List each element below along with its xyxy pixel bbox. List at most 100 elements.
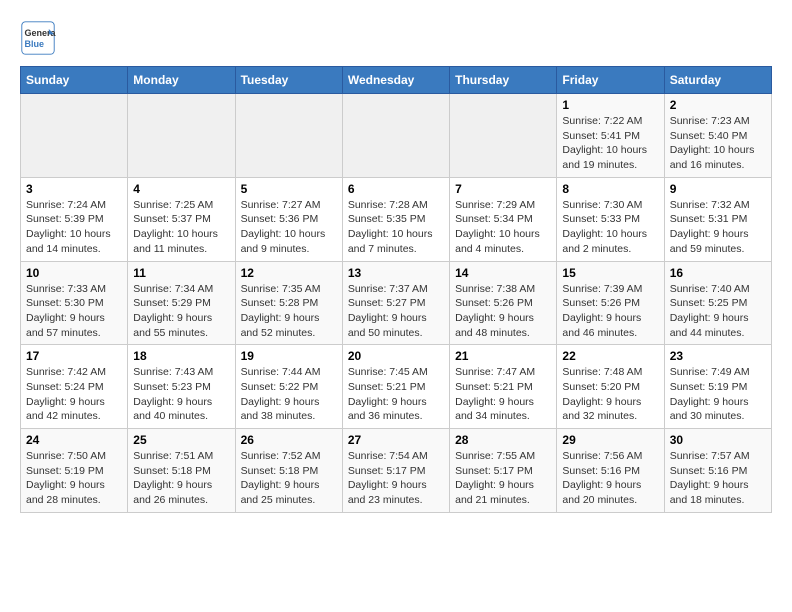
- logo-icon: General Blue: [20, 20, 56, 56]
- day-info: Sunrise: 7:57 AM Sunset: 5:16 PM Dayligh…: [670, 449, 766, 508]
- day-info: Sunrise: 7:50 AM Sunset: 5:19 PM Dayligh…: [26, 449, 122, 508]
- day-number: 5: [241, 182, 337, 196]
- weekday-header-saturday: Saturday: [664, 67, 771, 94]
- calendar-cell: 18Sunrise: 7:43 AM Sunset: 5:23 PM Dayli…: [128, 345, 235, 429]
- calendar-cell: 15Sunrise: 7:39 AM Sunset: 5:26 PM Dayli…: [557, 261, 664, 345]
- weekday-header-sunday: Sunday: [21, 67, 128, 94]
- calendar-cell: 3Sunrise: 7:24 AM Sunset: 5:39 PM Daylig…: [21, 177, 128, 261]
- calendar-cell: 21 Sunrise: 7:47 AM Sunset: 5:21 PM Dayli…: [450, 345, 557, 429]
- calendar-body: 1Sunrise: 7:22 AM Sunset: 5:41 PM Daylig…: [21, 94, 772, 513]
- day-info: Sunrise: 7:38 AM Sunset: 5:26 PM Dayligh…: [455, 282, 551, 341]
- day-info: Sunrise: 7:42 AM Sunset: 5:24 PM Dayligh…: [26, 365, 122, 424]
- day-info: Sunrise: 7:54 AM Sunset: 5:17 PM Dayligh…: [348, 449, 444, 508]
- day-info: Sunrise: 7:22 AM Sunset: 5:41 PM Dayligh…: [562, 114, 658, 173]
- day-number: 27: [348, 433, 444, 447]
- calendar-cell: 27 Sunrise: 7:54 AM Sunset: 5:17 PM Dayli…: [342, 429, 449, 513]
- calendar-cell: 12 Sunrise: 7:35 AM Sunset: 5:28 PM Dayli…: [235, 261, 342, 345]
- calendar-cell: 9Sunrise: 7:32 AM Sunset: 5:31 PM Daylig…: [664, 177, 771, 261]
- day-number: 12: [241, 266, 337, 280]
- day-number: 25: [133, 433, 229, 447]
- day-number: 17: [26, 349, 122, 363]
- weekday-header-wednesday: Wednesday: [342, 67, 449, 94]
- day-info: Sunrise: 7:34 AM Sunset: 5:29 PM Dayligh…: [133, 282, 229, 341]
- day-number: 28: [455, 433, 551, 447]
- calendar-cell: [128, 94, 235, 178]
- day-number: 22: [562, 349, 658, 363]
- day-info: Sunrise: 7:43 AM Sunset: 5:23 PM Dayligh…: [133, 365, 229, 424]
- calendar-cell: 29 Sunrise: 7:56 AM Sunset: 5:16 PM Dayli…: [557, 429, 664, 513]
- day-number: 13: [348, 266, 444, 280]
- day-number: 15: [562, 266, 658, 280]
- day-number: 7: [455, 182, 551, 196]
- day-number: 29: [562, 433, 658, 447]
- calendar-cell: 1Sunrise: 7:22 AM Sunset: 5:41 PM Daylig…: [557, 94, 664, 178]
- day-number: 8: [562, 182, 658, 196]
- calendar-cell: 10 Sunrise: 7:33 AM Sunset: 5:30 PM Dayli…: [21, 261, 128, 345]
- calendar-cell: 13 Sunrise: 7:37 AM Sunset: 5:27 PM Dayli…: [342, 261, 449, 345]
- day-info: Sunrise: 7:32 AM Sunset: 5:31 PM Dayligh…: [670, 198, 766, 257]
- day-info: Sunrise: 7:47 AM Sunset: 5:21 PM Dayligh…: [455, 365, 551, 424]
- day-number: 6: [348, 182, 444, 196]
- day-info: Sunrise: 7:40 AM Sunset: 5:25 PM Dayligh…: [670, 282, 766, 341]
- day-number: 4: [133, 182, 229, 196]
- day-number: 2: [670, 98, 766, 112]
- calendar-cell: 2 Sunrise: 7:23 AM Sunset: 5:40 PM Daylig…: [664, 94, 771, 178]
- day-info: Sunrise: 7:23 AM Sunset: 5:40 PM Dayligh…: [670, 114, 766, 173]
- day-info: Sunrise: 7:29 AM Sunset: 5:34 PM Dayligh…: [455, 198, 551, 257]
- calendar-cell: 23Sunrise: 7:49 AM Sunset: 5:19 PM Dayli…: [664, 345, 771, 429]
- day-number: 24: [26, 433, 122, 447]
- calendar-cell: 16 Sunrise: 7:40 AM Sunset: 5:25 PM Dayli…: [664, 261, 771, 345]
- calendar-cell: 25 Sunrise: 7:51 AM Sunset: 5:18 PM Dayli…: [128, 429, 235, 513]
- day-number: 30: [670, 433, 766, 447]
- day-info: Sunrise: 7:27 AM Sunset: 5:36 PM Dayligh…: [241, 198, 337, 257]
- calendar-cell: 20Sunrise: 7:45 AM Sunset: 5:21 PM Dayli…: [342, 345, 449, 429]
- day-number: 20: [348, 349, 444, 363]
- day-info: Sunrise: 7:44 AM Sunset: 5:22 PM Dayligh…: [241, 365, 337, 424]
- day-number: 21: [455, 349, 551, 363]
- day-info: Sunrise: 7:55 AM Sunset: 5:17 PM Dayligh…: [455, 449, 551, 508]
- svg-text:Blue: Blue: [25, 39, 45, 49]
- calendar-cell: 14Sunrise: 7:38 AM Sunset: 5:26 PM Dayli…: [450, 261, 557, 345]
- calendar-cell: [235, 94, 342, 178]
- day-info: Sunrise: 7:48 AM Sunset: 5:20 PM Dayligh…: [562, 365, 658, 424]
- calendar-cell: 22 Sunrise: 7:48 AM Sunset: 5:20 PM Dayli…: [557, 345, 664, 429]
- calendar-cell: 4 Sunrise: 7:25 AM Sunset: 5:37 PM Daylig…: [128, 177, 235, 261]
- day-info: Sunrise: 7:30 AM Sunset: 5:33 PM Dayligh…: [562, 198, 658, 257]
- day-info: Sunrise: 7:25 AM Sunset: 5:37 PM Dayligh…: [133, 198, 229, 257]
- day-number: 23: [670, 349, 766, 363]
- calendar-week-3: 10 Sunrise: 7:33 AM Sunset: 5:30 PM Dayli…: [21, 261, 772, 345]
- day-info: Sunrise: 7:52 AM Sunset: 5:18 PM Dayligh…: [241, 449, 337, 508]
- weekday-header-tuesday: Tuesday: [235, 67, 342, 94]
- calendar-cell: 5 Sunrise: 7:27 AM Sunset: 5:36 PM Daylig…: [235, 177, 342, 261]
- calendar-week-2: 3Sunrise: 7:24 AM Sunset: 5:39 PM Daylig…: [21, 177, 772, 261]
- calendar-week-1: 1Sunrise: 7:22 AM Sunset: 5:41 PM Daylig…: [21, 94, 772, 178]
- weekday-header-thursday: Thursday: [450, 67, 557, 94]
- calendar-table: SundayMondayTuesdayWednesdayThursdayFrid…: [20, 66, 772, 513]
- day-info: Sunrise: 7:56 AM Sunset: 5:16 PM Dayligh…: [562, 449, 658, 508]
- calendar-week-4: 17 Sunrise: 7:42 AM Sunset: 5:24 PM Dayli…: [21, 345, 772, 429]
- day-info: Sunrise: 7:28 AM Sunset: 5:35 PM Dayligh…: [348, 198, 444, 257]
- calendar-cell: 7 Sunrise: 7:29 AM Sunset: 5:34 PM Daylig…: [450, 177, 557, 261]
- day-info: Sunrise: 7:51 AM Sunset: 5:18 PM Dayligh…: [133, 449, 229, 508]
- day-number: 16: [670, 266, 766, 280]
- weekday-header-monday: Monday: [128, 67, 235, 94]
- calendar-header: SundayMondayTuesdayWednesdayThursdayFrid…: [21, 67, 772, 94]
- day-number: 3: [26, 182, 122, 196]
- calendar-cell: [21, 94, 128, 178]
- calendar-cell: 30 Sunrise: 7:57 AM Sunset: 5:16 PM Dayli…: [664, 429, 771, 513]
- calendar-cell: [450, 94, 557, 178]
- calendar-cell: 26 Sunrise: 7:52 AM Sunset: 5:18 PM Dayli…: [235, 429, 342, 513]
- calendar-cell: 8 Sunrise: 7:30 AM Sunset: 5:33 PM Daylig…: [557, 177, 664, 261]
- calendar-cell: 24 Sunrise: 7:50 AM Sunset: 5:19 PM Dayli…: [21, 429, 128, 513]
- weekday-header-friday: Friday: [557, 67, 664, 94]
- day-number: 26: [241, 433, 337, 447]
- day-number: 10: [26, 266, 122, 280]
- calendar-cell: 11 Sunrise: 7:34 AM Sunset: 5:29 PM Dayli…: [128, 261, 235, 345]
- day-info: Sunrise: 7:37 AM Sunset: 5:27 PM Dayligh…: [348, 282, 444, 341]
- day-info: Sunrise: 7:33 AM Sunset: 5:30 PM Dayligh…: [26, 282, 122, 341]
- day-number: 11: [133, 266, 229, 280]
- day-info: Sunrise: 7:35 AM Sunset: 5:28 PM Dayligh…: [241, 282, 337, 341]
- calendar-cell: 17 Sunrise: 7:42 AM Sunset: 5:24 PM Dayli…: [21, 345, 128, 429]
- calendar-cell: [342, 94, 449, 178]
- calendar-cell: 28 Sunrise: 7:55 AM Sunset: 5:17 PM Dayli…: [450, 429, 557, 513]
